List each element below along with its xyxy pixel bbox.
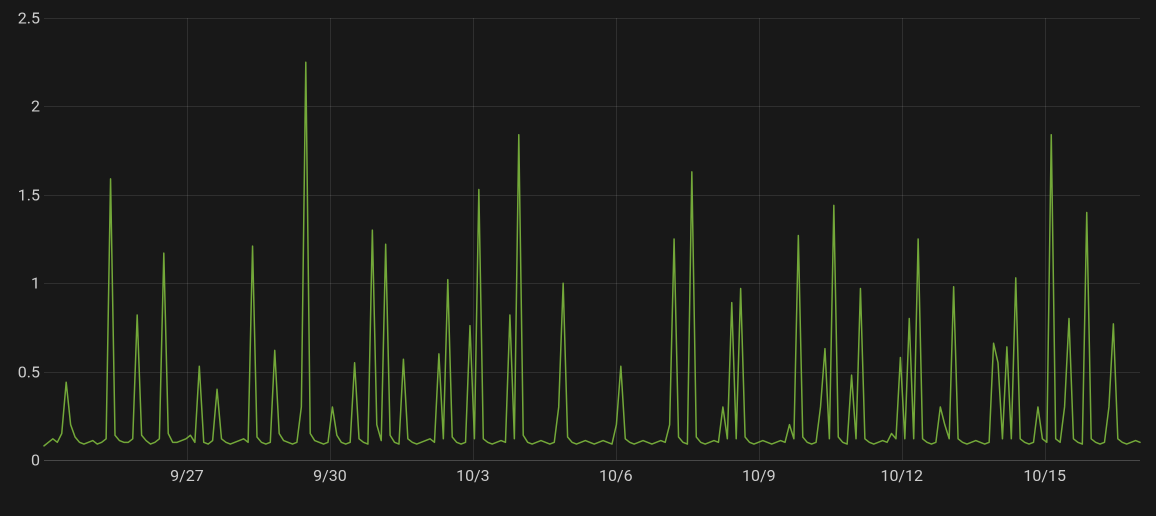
y-tick-label: 1.5 [0, 185, 40, 204]
x-tick-label: 10/15 [1023, 466, 1066, 485]
x-tick-label: 10/6 [599, 466, 633, 485]
y-tick-label: 0.5 [0, 362, 40, 381]
x-tick-label: 10/9 [742, 466, 776, 485]
series-line [44, 18, 1140, 460]
plot-area[interactable] [44, 18, 1140, 461]
chart-container: 0 0.5 1 1.5 2 2.5 9/27 9/30 10/3 10/6 10… [0, 0, 1156, 516]
x-tick-label: 9/27 [170, 466, 204, 485]
y-tick-label: 2 [0, 97, 40, 116]
y-tick-label: 0 [0, 451, 40, 470]
x-tick-label: 9/30 [313, 466, 347, 485]
y-tick-label: 1 [0, 274, 40, 293]
x-tick-label: 10/3 [456, 466, 490, 485]
gridline-h [44, 460, 1140, 461]
y-tick-label: 2.5 [0, 9, 40, 28]
x-tick-label: 10/12 [880, 466, 923, 485]
line-path [44, 62, 1140, 446]
